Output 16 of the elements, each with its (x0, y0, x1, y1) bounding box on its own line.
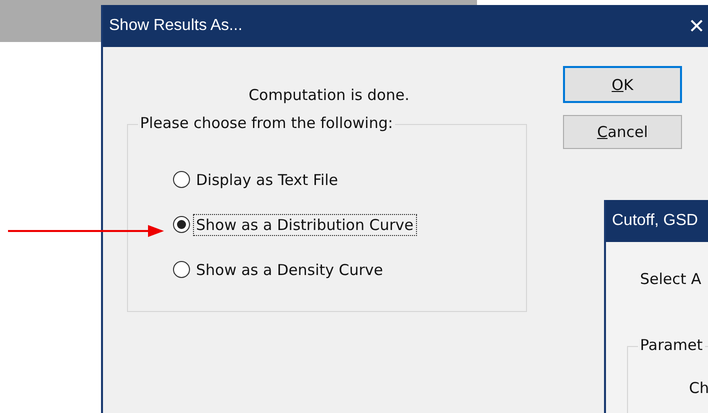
cancel-button[interactable]: Cancel (563, 115, 682, 149)
window-title: Show Results As... (109, 17, 242, 35)
radio-button[interactable] (173, 216, 190, 233)
arrow-icon (8, 224, 164, 238)
option-label[interactable]: Display as Text File (193, 168, 342, 190)
window-title: Cutoff, GSD (612, 212, 698, 230)
close-button[interactable]: ✕ (684, 14, 708, 38)
status-message: Computation is done. (248, 85, 410, 104)
radio-button[interactable] (173, 261, 190, 278)
field-label: Ch (689, 379, 708, 397)
group-label: Please choose from the following: (138, 114, 395, 132)
ok-button[interactable]: OK (563, 66, 682, 103)
option-label[interactable]: Show as a Density Curve (193, 258, 386, 280)
prompt-label: Select A (640, 270, 702, 288)
option-label[interactable]: Show as a Distribution Curve (193, 214, 417, 236)
radio-button[interactable] (173, 171, 190, 188)
